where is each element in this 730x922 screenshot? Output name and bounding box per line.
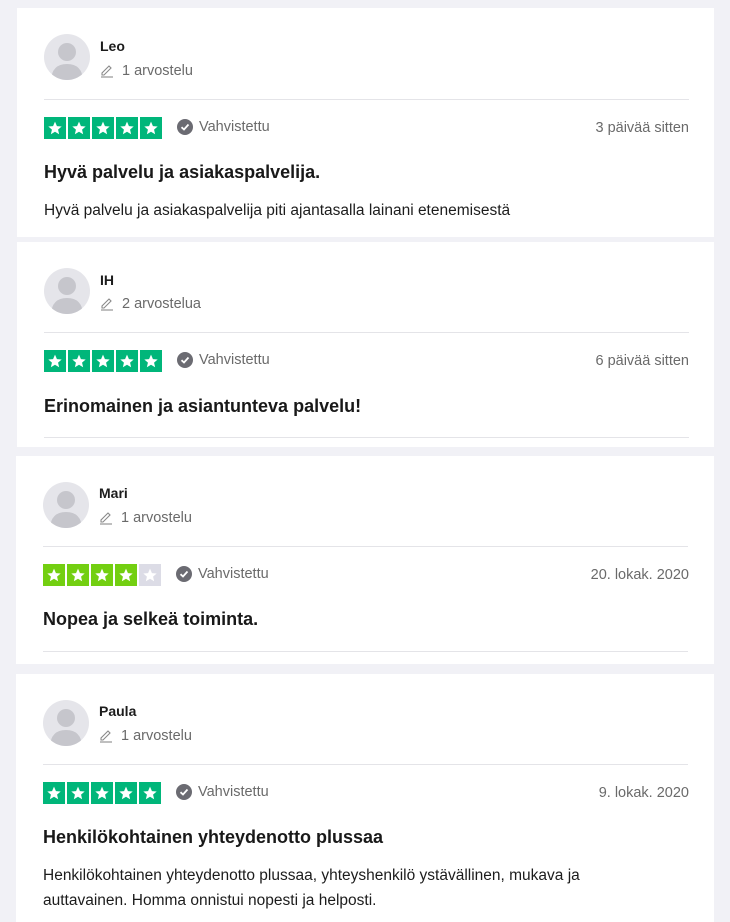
review-card: Leo 1 arvostelu Vahvistettu 3 päivää sit… xyxy=(17,8,714,237)
divider xyxy=(43,764,688,765)
user-silhouette-icon xyxy=(50,709,82,746)
star-icon xyxy=(68,117,90,139)
pencil-icon xyxy=(100,730,112,743)
star-icon xyxy=(139,782,161,804)
star-icon xyxy=(140,350,162,372)
user-silhouette-icon xyxy=(51,277,83,314)
verified-check-icon xyxy=(176,566,192,582)
pencil-icon xyxy=(101,65,113,78)
reviewer-name[interactable]: IH xyxy=(100,272,114,288)
review-count: 1 arvostelu xyxy=(99,728,192,744)
star-icon xyxy=(92,350,114,372)
reviewer-name[interactable]: Mari xyxy=(99,485,128,501)
verified-badge[interactable]: Vahvistettu xyxy=(177,119,270,135)
review-date: 20. lokak. 2020 xyxy=(590,567,689,583)
verified-badge[interactable]: Vahvistettu xyxy=(176,784,269,800)
pencil-icon xyxy=(100,512,112,525)
review-count-label: 1 arvostelu xyxy=(121,510,192,526)
review-body: Hyvä palvelu ja asiakaspalvelija piti aj… xyxy=(44,202,511,219)
review-title[interactable]: Nopea ja selkeä toiminta. xyxy=(43,609,258,630)
star-rating xyxy=(43,782,163,804)
star-icon xyxy=(115,782,137,804)
review-title[interactable]: Hyvä palvelu ja asiakaspalvelija. xyxy=(44,162,320,183)
review-count: 1 arvostelu xyxy=(99,510,192,526)
verified-badge[interactable]: Vahvistettu xyxy=(176,566,269,582)
review-title[interactable]: Erinomainen ja asiantunteva palvelu! xyxy=(44,396,361,417)
avatar[interactable] xyxy=(43,482,89,528)
divider xyxy=(43,546,688,547)
divider xyxy=(44,332,689,333)
review-count-label: 2 arvostelua xyxy=(122,296,201,312)
avatar[interactable] xyxy=(43,700,89,746)
user-silhouette-icon xyxy=(50,491,82,528)
review-card: IH 2 arvostelua Vahvistettu 6 päivää sit… xyxy=(17,242,714,447)
star-icon xyxy=(116,117,138,139)
user-silhouette-icon xyxy=(51,43,83,80)
review-count-label: 1 arvostelu xyxy=(122,63,193,79)
verified-check-icon xyxy=(177,352,193,368)
review-card: Mari 1 arvostelu Vahvistettu 20. lokak. … xyxy=(16,456,714,664)
review-body: Henkilökohtainen yhteydenotto plussaa, y… xyxy=(43,863,580,913)
review-date: 9. lokak. 2020 xyxy=(598,785,689,801)
divider xyxy=(43,651,688,652)
star-icon xyxy=(44,117,66,139)
star-icon xyxy=(67,564,89,586)
verified-label: Vahvistettu xyxy=(198,784,269,800)
reviewer-name[interactable]: Paula xyxy=(99,703,136,719)
verified-label: Vahvistettu xyxy=(199,352,270,368)
review-date: 3 päivää sitten xyxy=(595,120,689,136)
star-icon xyxy=(91,782,113,804)
divider xyxy=(44,437,689,438)
review-body-line: auttavainen. Homma onnistui nopesti ja h… xyxy=(43,892,377,909)
pencil-icon xyxy=(101,298,113,311)
star-icon xyxy=(44,350,66,372)
star-icon xyxy=(68,350,90,372)
avatar[interactable] xyxy=(44,268,90,314)
star-icon xyxy=(116,350,138,372)
review-body-line: Henkilökohtainen yhteydenotto plussaa, y… xyxy=(43,867,580,884)
review-count: 2 arvostelua xyxy=(100,296,201,312)
divider xyxy=(44,99,689,100)
star-icon xyxy=(140,117,162,139)
review-title[interactable]: Henkilökohtainen yhteydenotto plussaa xyxy=(43,827,383,848)
verified-check-icon xyxy=(177,119,193,135)
review-date: 6 päivää sitten xyxy=(595,353,689,369)
review-count-label: 1 arvostelu xyxy=(121,728,192,744)
star-icon xyxy=(139,564,161,586)
reviewer-name[interactable]: Leo xyxy=(100,38,125,54)
verified-badge[interactable]: Vahvistettu xyxy=(177,352,270,368)
verified-check-icon xyxy=(176,784,192,800)
verified-label: Vahvistettu xyxy=(198,566,269,582)
avatar[interactable] xyxy=(44,34,90,80)
star-rating xyxy=(44,350,164,372)
star-icon xyxy=(67,782,89,804)
star-icon xyxy=(115,564,137,586)
star-rating xyxy=(44,117,164,139)
star-rating xyxy=(43,564,163,586)
star-icon xyxy=(43,564,65,586)
star-icon xyxy=(91,564,113,586)
review-card: Paula 1 arvostelu Vahvistettu 9. lokak. … xyxy=(16,674,714,922)
review-count: 1 arvostelu xyxy=(100,63,193,79)
verified-label: Vahvistettu xyxy=(199,119,270,135)
star-icon xyxy=(43,782,65,804)
star-icon xyxy=(92,117,114,139)
